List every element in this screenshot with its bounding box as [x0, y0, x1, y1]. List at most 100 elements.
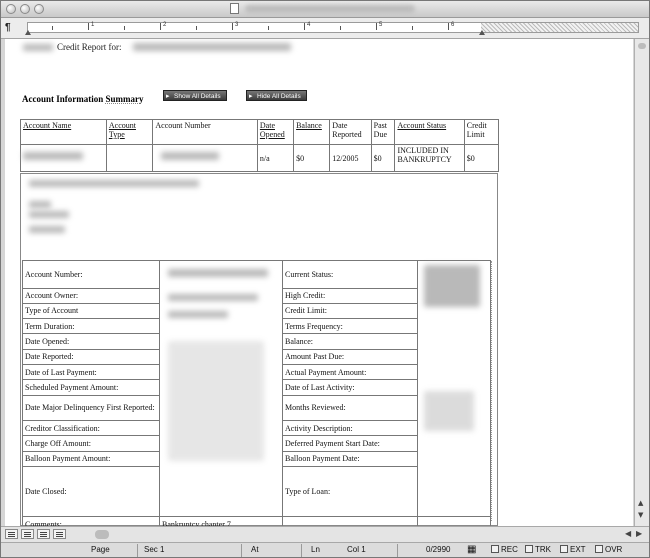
outline-view-icon[interactable]: [21, 529, 34, 539]
paragraph-mark-icon: ¶: [5, 22, 11, 33]
empty-cell: [282, 516, 418, 526]
redacted-text: [29, 226, 65, 233]
activity-description-label: Activity Description:: [282, 420, 418, 437]
type-of-loan-label: Type of Loan:: [282, 465, 418, 518]
show-all-details-button[interactable]: Show All Details: [163, 90, 227, 102]
detail-row: Account Number: Current Status:: [22, 260, 491, 517]
balloon-payment-amount-label: Balloon Payment Amount:: [22, 450, 160, 467]
ruler-number: 2: [163, 22, 167, 28]
redacted-text: [23, 44, 53, 51]
ovr-indicator-icon: [595, 545, 603, 553]
minimize-window-button[interactable]: [20, 4, 30, 14]
horizontal-scrollbar[interactable]: ◀ ▶: [1, 526, 649, 542]
horizontal-scroll-thumb[interactable]: [95, 530, 109, 539]
status-divider: [241, 544, 242, 557]
date-major-delinquency-label: Date Major Delinquency First Reported:: [22, 394, 160, 422]
zoom-window-button[interactable]: [34, 4, 44, 14]
date-reported-label: Date Reported:: [22, 348, 160, 366]
hide-all-details-button[interactable]: Hide All Details: [246, 90, 307, 102]
notebook-view-icon[interactable]: [53, 529, 66, 539]
table-header-row: Account Name Account Type Account Number…: [20, 119, 500, 145]
months-reviewed-label: Months Reviewed:: [282, 394, 418, 422]
scroll-left-icon[interactable]: ◀: [625, 529, 631, 538]
ruler-number: 3: [235, 22, 239, 28]
trk-indicator-icon: [525, 545, 533, 553]
type-of-account-label: Type of Account: [22, 302, 160, 320]
ruler-tick: [232, 23, 233, 30]
normal-view-icon[interactable]: [5, 529, 18, 539]
date-of-last-activity-label: Date of Last Activity:: [282, 379, 418, 396]
rec-label: REC: [501, 545, 518, 554]
vertical-scrollbar[interactable]: ▲ ▼: [634, 39, 649, 526]
charge-off-amount-label: Charge Off Amount:: [22, 435, 160, 452]
spelling-status-icon[interactable]: ▦: [467, 544, 476, 555]
ruler-number: 1: [91, 22, 95, 28]
status-ext-toggle[interactable]: EXT: [560, 545, 586, 554]
redacted-text: [29, 211, 69, 218]
status-section: Sec 1: [144, 545, 165, 554]
column-header: Credit Limit: [463, 119, 500, 145]
date-opened-label: Date Opened:: [22, 333, 160, 350]
column-header[interactable]: Date Opened: [256, 119, 295, 145]
balance-label: Balance:: [282, 333, 418, 350]
empty-cell: [417, 516, 491, 526]
account-type-cell: [105, 144, 154, 172]
column-header: Account Number: [152, 119, 258, 145]
document-icon: [230, 3, 239, 14]
account-name-cell: [20, 144, 107, 172]
scroll-right-icon[interactable]: ▶: [636, 529, 642, 538]
redacted-value: [168, 341, 264, 461]
redacted-value: [168, 311, 228, 318]
ruler-tick: [52, 26, 53, 30]
table-row: n/a $0 12/2005 $0 INCLUDED IN BANKRUPTCY…: [20, 144, 500, 172]
date-reported-cell: 12/2005: [329, 144, 372, 172]
page-layout-view-icon[interactable]: [37, 529, 50, 539]
right-indent-marker[interactable]: [479, 30, 485, 35]
status-rec-toggle[interactable]: REC: [491, 545, 518, 554]
rec-indicator-icon: [491, 545, 499, 553]
comments-label: Comments:: [22, 516, 160, 526]
column-header[interactable]: Account Name: [20, 119, 107, 145]
scroll-down-icon[interactable]: ▼: [638, 511, 643, 519]
deferred-payment-start-date-label: Deferred Payment Start Date:: [282, 435, 418, 452]
status-ovr-toggle[interactable]: OVR: [595, 545, 622, 554]
account-information-heading: Account Information Summary: [22, 94, 144, 104]
left-indent-marker[interactable]: [25, 30, 31, 35]
redacted-value: [168, 294, 258, 301]
ruler-tick: [160, 23, 161, 30]
term-duration-label: Term Duration:: [22, 318, 160, 335]
ruler-margin-area: [481, 23, 638, 32]
amount-past-due-label: Amount Past Due:: [282, 348, 418, 366]
heading-main-text: Account Information: [22, 94, 104, 104]
title-bar: [1, 1, 649, 18]
redacted-value: [168, 269, 268, 277]
ext-label: EXT: [570, 545, 586, 554]
detail-row: Comments: Bankruptcy chapter 7: [22, 516, 491, 526]
column-header[interactable]: Balance: [293, 119, 331, 145]
status-bar: Page Sec 1 At Ln Col 1 0/2990 ▦ REC TRK …: [1, 542, 649, 557]
column-header: Past Due: [370, 119, 396, 145]
status-divider: [397, 544, 398, 557]
ruler[interactable]: ¶ 1 2 3 4 5 6: [1, 18, 649, 39]
balloon-payment-date-label: Balloon Payment Date:: [282, 450, 418, 467]
column-header[interactable]: Account Type: [105, 119, 154, 145]
scroll-up-icon[interactable]: ▲: [638, 499, 643, 507]
status-trk-toggle[interactable]: TRK: [525, 545, 551, 554]
vertical-scroll-thumb[interactable]: [638, 43, 646, 49]
status-line: Ln: [311, 545, 320, 554]
dotted-column-guide: [491, 261, 498, 521]
column-header[interactable]: Account Status: [394, 119, 465, 145]
ruler-tick: [304, 23, 305, 30]
status-divider: [301, 544, 302, 557]
close-window-button[interactable]: [6, 4, 16, 14]
ruler-tick: [376, 23, 377, 30]
comments-value: Bankruptcy chapter 7: [159, 516, 283, 526]
account-detail-table: Account Number: Current Status: Account …: [22, 260, 491, 526]
ruler-tick: [196, 26, 197, 30]
scheduled-payment-amount-label: Scheduled Payment Amount:: [22, 379, 160, 396]
document-page[interactable]: Credit Report for: Account Information S…: [5, 39, 633, 526]
account-owner-label: Account Owner:: [22, 287, 160, 304]
creditor-classification-label: Creditor Classification:: [22, 420, 160, 437]
ruler-tick: [412, 26, 413, 30]
word-processor-window: ¶ 1 2 3 4 5 6 Credit Report for: Account…: [0, 0, 650, 558]
